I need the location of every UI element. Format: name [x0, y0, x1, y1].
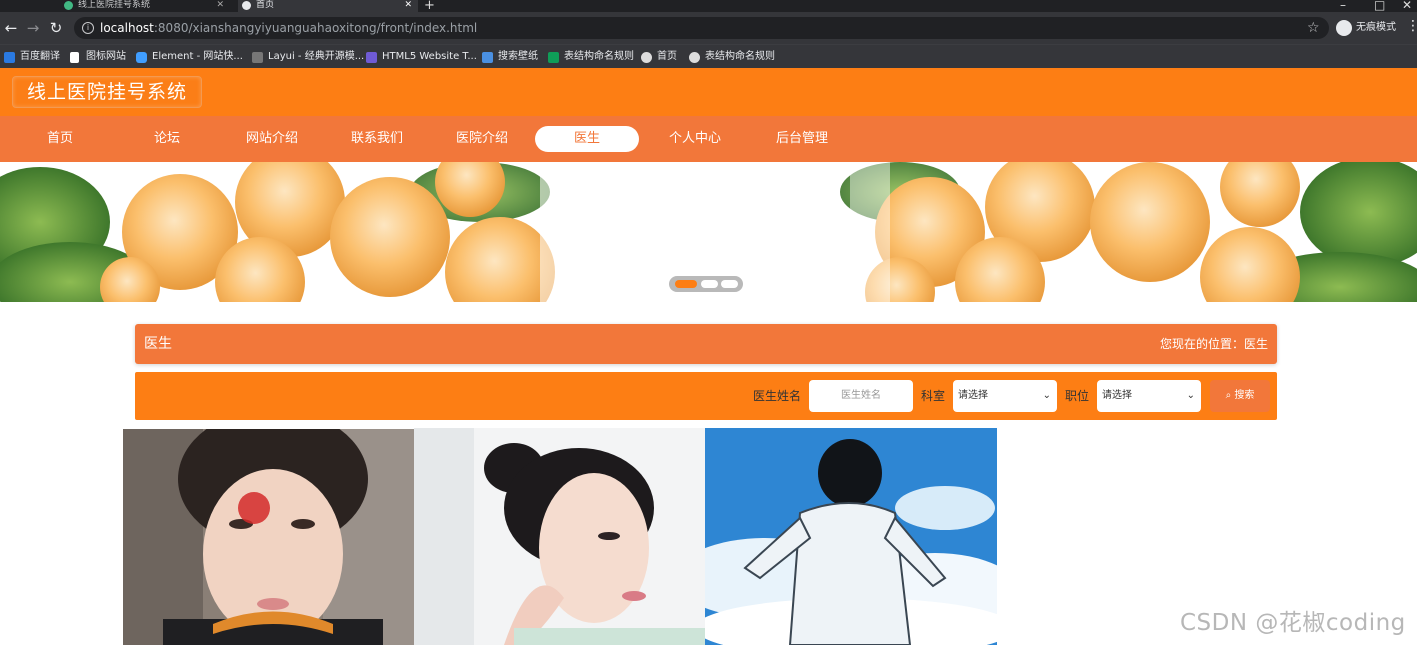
url-path: :8080/xianshangyiyuanguahaoxitong/front/…	[153, 21, 478, 35]
element-icon	[136, 52, 147, 63]
flag-icon	[70, 52, 79, 63]
bookmark-label: 百度翻译	[20, 51, 60, 62]
banner-carousel[interactable]	[0, 162, 1417, 302]
site-logo[interactable]: 线上医院挂号系统	[12, 76, 202, 108]
globe-icon	[641, 52, 652, 63]
doctor-photo	[705, 428, 997, 645]
position-selected: 请选择	[1102, 390, 1132, 401]
bookmark-label: 表结构命名规则	[564, 51, 634, 62]
tab-title: 首页	[256, 0, 275, 10]
department-label: 科室	[921, 389, 946, 403]
bookmark-item[interactable]: 搜索壁纸	[482, 50, 538, 64]
translate-icon	[4, 52, 15, 63]
incognito-label: 无痕模式	[1356, 22, 1396, 33]
bookmarks-bar: 百度翻译 图标网站 Element - 网站快... Layui - 经典开源模…	[0, 44, 1417, 68]
bookmark-item[interactable]: 表结构命名规则	[689, 50, 775, 64]
layui-icon	[252, 52, 263, 63]
bookmark-label: Element - 网站快...	[152, 51, 243, 62]
wallpaper-icon	[482, 52, 493, 63]
bookmark-label: 搜索壁纸	[498, 51, 538, 62]
search-form: 医生姓名 医生姓名 科室 请选择 ⌄ 职位 请选择 ⌄ ⌕ 搜索	[135, 372, 1277, 420]
breadcrumb: 医生 您现在的位置：医生	[135, 324, 1277, 364]
vue-icon	[64, 1, 73, 10]
sheet-icon	[548, 52, 559, 63]
position-select[interactable]: 请选择 ⌄	[1097, 380, 1201, 412]
incognito-indicator[interactable]: 无痕模式	[1336, 20, 1396, 36]
globe-icon	[689, 52, 700, 63]
nav-hospital-intro[interactable]: 医院介绍	[430, 126, 534, 152]
doctor-photo	[414, 428, 705, 645]
new-tab-icon[interactable]: +	[424, 0, 435, 12]
nav-home[interactable]: 首页	[8, 126, 112, 152]
bookmark-item[interactable]: 表结构命名规则	[548, 50, 634, 64]
department-selected: 请选择	[958, 390, 988, 401]
bookmark-star-icon[interactable]: ☆	[1307, 20, 1320, 36]
bookmark-item[interactable]: 首页	[641, 50, 677, 64]
carousel-dot-3[interactable]	[721, 280, 738, 288]
nav-admin[interactable]: 后台管理	[750, 126, 854, 152]
nav-personal-center[interactable]: 个人中心	[643, 126, 747, 152]
nav-contact[interactable]: 联系我们	[325, 126, 429, 152]
site-header: 线上医院挂号系统	[0, 68, 1417, 116]
menu-kebab-icon[interactable]: ⋮	[1406, 18, 1417, 34]
screen: 线上医院挂号系统 ✕ 首页 ✕ + – □ ✕ ← → ↻ i localhos…	[0, 0, 1417, 645]
html5-icon	[366, 52, 377, 63]
back-icon[interactable]: ←	[2, 19, 20, 37]
carousel-indicator	[669, 276, 743, 292]
browser-tab-strip: 线上医院挂号系统 ✕ 首页 ✕ + – □ ✕	[0, 0, 1417, 12]
bookmark-label: 表结构命名规则	[705, 51, 775, 62]
doctor-card[interactable]	[705, 428, 997, 645]
minimize-icon[interactable]: –	[1340, 0, 1346, 12]
search-button-label: 搜索	[1234, 390, 1255, 401]
bookmark-item[interactable]: Element - 网站快...	[136, 50, 243, 64]
maximize-icon[interactable]: □	[1374, 0, 1385, 12]
close-icon[interactable]: ✕	[404, 0, 412, 10]
doctor-card[interactable]	[414, 428, 705, 645]
address-toolbar: ← → ↻ i localhost:8080/xianshangyiyuangu…	[0, 12, 1417, 44]
doctor-name-input[interactable]: 医生姓名	[809, 380, 913, 412]
department-select[interactable]: 请选择 ⌄	[953, 380, 1057, 412]
incognito-icon	[1336, 20, 1352, 36]
bookmark-label: HTML5 Website T...	[382, 51, 477, 62]
carousel-dot-2[interactable]	[701, 280, 718, 288]
forward-icon[interactable]: →	[24, 19, 42, 37]
close-window-icon[interactable]: ✕	[1402, 0, 1412, 12]
breadcrumb-location: 您现在的位置：医生	[1159, 337, 1268, 351]
nav-site-intro[interactable]: 网站介绍	[220, 126, 324, 152]
chevron-down-icon: ⌄	[1042, 390, 1051, 401]
watermark: CSDN @花椒coding	[1180, 610, 1406, 636]
reload-icon[interactable]: ↻	[47, 19, 65, 37]
globe-icon	[242, 1, 251, 10]
browser-tab-system[interactable]: 线上医院挂号系统 ✕	[60, 0, 230, 12]
bookmark-item[interactable]: Layui - 经典开源模...	[252, 50, 364, 64]
doctor-card[interactable]	[123, 429, 414, 645]
bookmark-label: Layui - 经典开源模...	[268, 51, 365, 62]
bookmark-item[interactable]: 百度翻译	[4, 50, 60, 64]
close-icon[interactable]: ✕	[216, 0, 224, 10]
page-title: 医生	[144, 336, 172, 352]
nav-forum[interactable]: 论坛	[115, 126, 219, 152]
chevron-down-icon: ⌄	[1186, 390, 1195, 401]
bookmark-label: 首页	[657, 51, 677, 62]
bookmark-label: 图标网站	[86, 51, 126, 62]
browser-tab-home[interactable]: 首页 ✕	[238, 0, 418, 12]
tab-title: 线上医院挂号系统	[78, 0, 151, 10]
carousel-dot-1[interactable]	[675, 280, 697, 288]
url-bar[interactable]: i localhost:8080/xianshangyiyuanguahaoxi…	[74, 17, 1329, 39]
search-icon: ⌕	[1225, 390, 1232, 401]
bookmark-item[interactable]: HTML5 Website T...	[366, 50, 477, 64]
site-info-icon[interactable]: i	[82, 22, 94, 34]
doctor-photo	[123, 429, 414, 645]
url-host: localhost	[100, 21, 154, 35]
nav-doctor[interactable]: 医生	[535, 126, 639, 152]
search-button[interactable]: ⌕ 搜索	[1210, 380, 1270, 412]
bookmark-item[interactable]: 图标网站	[70, 50, 126, 64]
main-nav: 首页 论坛 网站介绍 联系我们 医院介绍 医生 个人中心 后台管理	[0, 116, 1417, 162]
doctor-name-label: 医生姓名	[753, 389, 802, 403]
position-label: 职位	[1065, 389, 1090, 403]
